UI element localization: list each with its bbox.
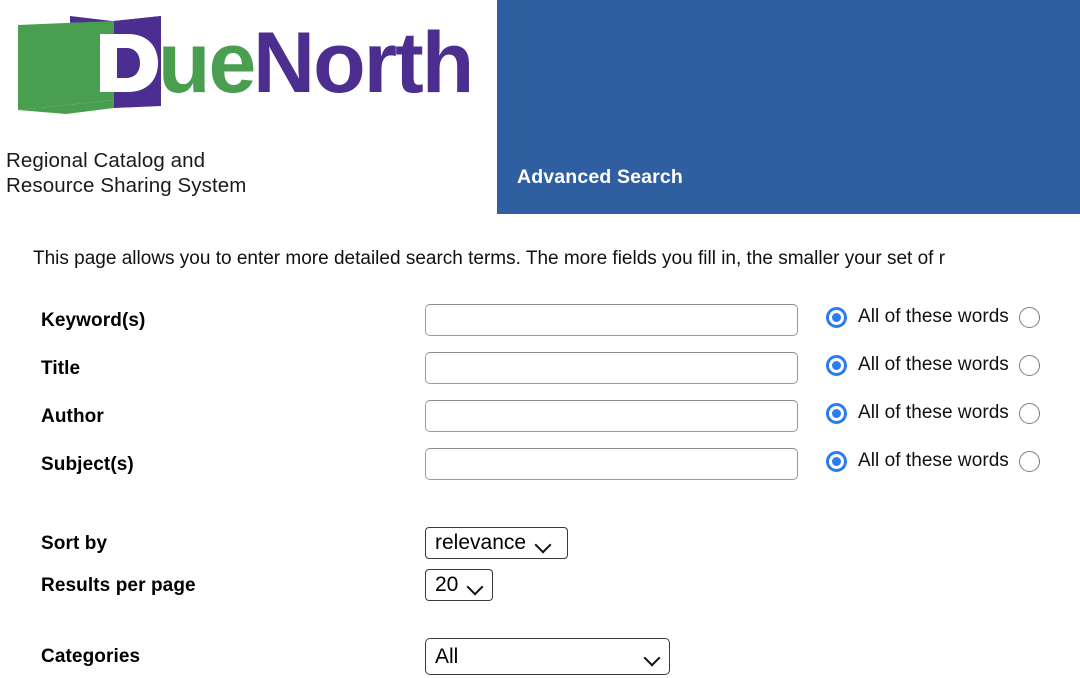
- author-match-options: All of these words: [826, 402, 1040, 424]
- categories-row: Categories All: [0, 638, 1080, 678]
- sort-by-label: Sort by: [41, 533, 108, 554]
- author-label: Author: [41, 406, 104, 427]
- sort-by-row: Sort by relevance: [0, 527, 1080, 569]
- banner-title: Advanced Search: [517, 166, 683, 188]
- duenorth-logo[interactable]: ue North: [8, 8, 478, 126]
- keywords-match-options: All of these words: [826, 306, 1040, 328]
- brand-tagline: Regional Catalog and Resource Sharing Sy…: [6, 149, 247, 197]
- results-per-page-value: 20: [435, 573, 459, 596]
- categories-label: Categories: [41, 646, 141, 667]
- field-row-author: Author All of these words: [0, 396, 1080, 444]
- page-description: This page allows you to enter more detai…: [33, 248, 946, 269]
- subjects-match-alt-radio[interactable]: [1018, 450, 1040, 472]
- results-per-page-row: Results per page 20: [0, 569, 1080, 611]
- categories-select[interactable]: All: [425, 638, 670, 675]
- subjects-match-options: All of these words: [826, 450, 1040, 472]
- chevron-down-icon: [644, 652, 660, 661]
- field-row-subjects: Subject(s) All of these words: [0, 444, 1080, 492]
- title-label: Title: [41, 358, 81, 379]
- title-match-alt-radio[interactable]: [1018, 354, 1040, 376]
- keywords-match-alt-radio[interactable]: [1018, 306, 1040, 328]
- keywords-match-all-radio[interactable]: [826, 306, 847, 328]
- chevron-down-icon: [467, 581, 483, 590]
- author-match-all-radio[interactable]: [826, 402, 847, 424]
- subjects-match-all-radio[interactable]: [826, 450, 847, 472]
- advanced-search-banner: Advanced Search: [497, 0, 1080, 214]
- svg-text:North: North: [253, 15, 472, 111]
- keywords-input[interactable]: [425, 304, 798, 336]
- results-per-page-select[interactable]: 20: [425, 569, 493, 601]
- keywords-label: Keyword(s): [41, 310, 146, 331]
- field-row-title: Title All of these words: [0, 348, 1080, 396]
- search-fields: Keyword(s) All of these words Title All …: [0, 300, 1080, 492]
- field-row-keywords: Keyword(s) All of these words: [0, 300, 1080, 348]
- author-match-alt-radio[interactable]: [1018, 402, 1040, 424]
- title-match-all-label: All of these words: [858, 354, 1009, 375]
- chevron-down-icon: [535, 539, 551, 548]
- title-input[interactable]: [425, 352, 798, 384]
- author-input[interactable]: [425, 400, 798, 432]
- sort-by-select[interactable]: relevance: [425, 527, 568, 559]
- advanced-search-page: ue North Regional Catalog and Resource S…: [0, 0, 1080, 675]
- title-match-options: All of these words: [826, 354, 1040, 376]
- title-match-all-radio[interactable]: [826, 354, 847, 376]
- subjects-label: Subject(s): [41, 454, 134, 475]
- subjects-match-all-label: All of these words: [858, 450, 1009, 471]
- result-options: Sort by relevance Results per page 20: [0, 527, 1080, 611]
- results-per-page-label: Results per page: [41, 575, 196, 596]
- page-header: ue North Regional Catalog and Resource S…: [0, 0, 1080, 215]
- sort-by-value: relevance: [435, 531, 527, 554]
- svg-text:ue: ue: [158, 15, 254, 111]
- keywords-match-all-label: All of these words: [858, 306, 1009, 327]
- open-book-icon: ue North: [18, 15, 474, 114]
- subjects-input[interactable]: [425, 448, 798, 480]
- brand-area: ue North Regional Catalog and Resource S…: [0, 0, 497, 215]
- categories-value: All: [435, 644, 459, 668]
- author-match-all-label: All of these words: [858, 402, 1009, 423]
